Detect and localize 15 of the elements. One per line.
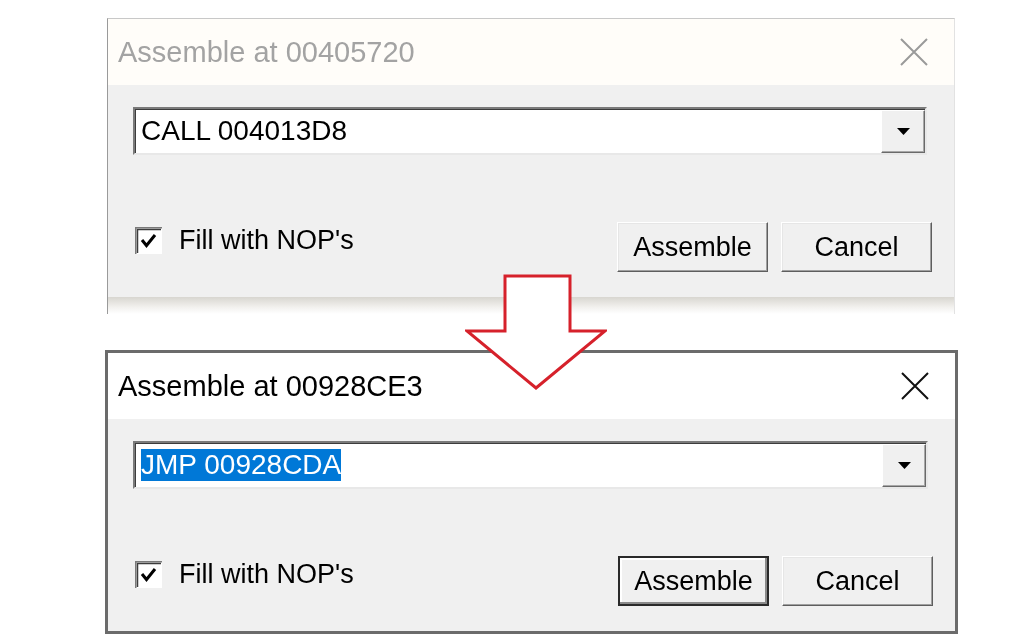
window-title: Assemble at 00928CE3 [118,369,423,403]
close-icon[interactable] [901,372,929,400]
caret-icon [896,127,910,135]
command-text: CALL 004013D8 [141,115,347,147]
command-text: JMP 00928CDA [141,449,342,481]
caret-icon [897,461,911,469]
checkbox-label: Fill with NOP's [179,558,354,590]
command-combobox[interactable]: JMP 00928CDA [133,441,928,489]
dropdown-button[interactable] [882,443,926,487]
window-title: Assemble at 00405720 [118,35,415,69]
checkbox-label: Fill with NOP's [179,224,354,256]
dropdown-button[interactable] [881,109,925,153]
dialog-button[interactable]: Assemble [618,556,769,606]
checkbox[interactable] [135,560,162,588]
dialog-button[interactable]: Cancel [782,556,933,606]
